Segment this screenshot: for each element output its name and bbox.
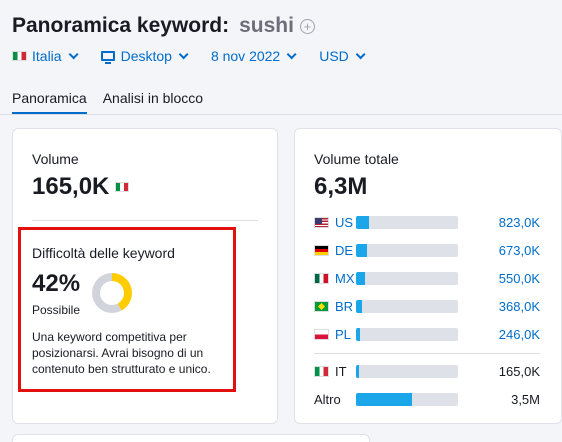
country-volume: 165,0K xyxy=(498,363,540,379)
country-row-us[interactable]: US 823,0K xyxy=(314,213,540,231)
usa-flag-icon xyxy=(314,216,329,228)
add-plus-icon[interactable]: + xyxy=(299,18,315,34)
country-volume: 3,5M xyxy=(511,391,540,407)
currency-filter-label: USD xyxy=(319,48,349,64)
date-filter-label: 8 nov 2022 xyxy=(210,48,281,64)
chevron-down-icon xyxy=(68,48,79,59)
poland-flag-icon xyxy=(314,328,329,340)
kd-label: Difficoltà delle keyword xyxy=(32,245,175,261)
country-code: MX xyxy=(335,270,355,286)
country-row-br[interactable]: BR 368,0K xyxy=(314,297,540,315)
country-code: DE xyxy=(335,242,354,258)
italy-flag-icon xyxy=(12,51,27,61)
volume-number: 165,0K xyxy=(32,173,110,200)
device-filter-label: Desktop xyxy=(120,48,172,64)
kd-donut-chart xyxy=(92,273,132,313)
country-code: BR xyxy=(335,298,354,314)
volume-bar-fill xyxy=(356,215,370,229)
volume-bar xyxy=(356,243,458,257)
global-volume-label: Volume totale xyxy=(314,151,399,167)
page-title-text: Panoramica keyword: xyxy=(12,14,230,37)
volume-bar-fill xyxy=(356,243,368,257)
country-volume: 368,0K xyxy=(498,298,540,314)
mexico-flag-icon xyxy=(314,272,329,284)
country-code: US xyxy=(335,214,354,230)
volume-bar xyxy=(356,299,458,313)
volume-bar xyxy=(356,215,458,229)
country-row-it: IT 165,0K xyxy=(314,362,540,380)
volume-value: 165,0K xyxy=(32,173,134,201)
global-volume-value: 6,3M xyxy=(314,173,368,200)
kd-value: 42% xyxy=(32,270,81,297)
volume-bar xyxy=(356,392,458,406)
country-code: IT xyxy=(335,363,347,379)
tab-bar: Panoramica Analisi in blocco xyxy=(12,90,219,114)
keyword-text: sushi xyxy=(239,14,294,37)
page-header: Panoramica keyword: sushi + Italia Deskt… xyxy=(0,0,562,118)
volume-bar-fill xyxy=(356,271,366,285)
volume-bar xyxy=(356,327,458,341)
country-row-pl[interactable]: PL 246,0K xyxy=(314,325,540,343)
next-card xyxy=(12,434,370,442)
date-filter[interactable]: 8 nov 2022 xyxy=(210,48,297,64)
italy-flag-icon xyxy=(115,182,130,192)
tab-bulk-analysis[interactable]: Analisi in blocco xyxy=(103,90,203,114)
kd-level: Possibile xyxy=(32,303,81,317)
rows-divider xyxy=(314,353,540,354)
tab-divider xyxy=(0,114,562,115)
country-filter-label: Italia xyxy=(32,48,62,64)
germany-flag-icon xyxy=(314,244,329,256)
tab-overview[interactable]: Panoramica xyxy=(12,90,87,114)
kd-description: Una keyword competitiva per posizionarsi… xyxy=(32,330,211,376)
country-volume: 246,0K xyxy=(498,326,540,342)
country-code: PL xyxy=(335,326,351,342)
volume-bar-fill xyxy=(356,364,360,378)
volume-bar xyxy=(356,364,458,378)
desktop-icon xyxy=(100,51,115,64)
chevron-down-icon xyxy=(355,48,366,59)
card-divider xyxy=(32,220,258,221)
country-row-mx[interactable]: MX 550,0K xyxy=(314,269,540,287)
currency-filter[interactable]: USD xyxy=(319,48,366,64)
chevron-down-icon xyxy=(286,48,297,59)
volume-bar-fill xyxy=(356,327,361,341)
country-filter[interactable]: Italia xyxy=(12,48,79,64)
country-row-de[interactable]: DE 673,0K xyxy=(314,241,540,259)
device-filter[interactable]: Desktop xyxy=(100,48,189,64)
italy-flag-icon xyxy=(314,365,329,377)
volume-label: Volume xyxy=(32,151,79,167)
volume-bar xyxy=(356,271,458,285)
filter-bar: Italia Desktop 8 nov 2022 USD xyxy=(12,48,388,64)
country-volume: 823,0K xyxy=(498,214,540,230)
brazil-flag-icon xyxy=(314,300,329,312)
country-code: Altro xyxy=(314,391,341,407)
country-row-other: Altro 3,5M xyxy=(314,390,540,408)
country-volume: 550,0K xyxy=(498,270,540,286)
country-volume: 673,0K xyxy=(498,242,540,258)
page-title: Panoramica keyword: sushi + xyxy=(12,14,315,38)
volume-bar-fill xyxy=(356,392,413,406)
volume-bar-fill xyxy=(356,299,363,313)
chevron-down-icon xyxy=(178,48,189,59)
